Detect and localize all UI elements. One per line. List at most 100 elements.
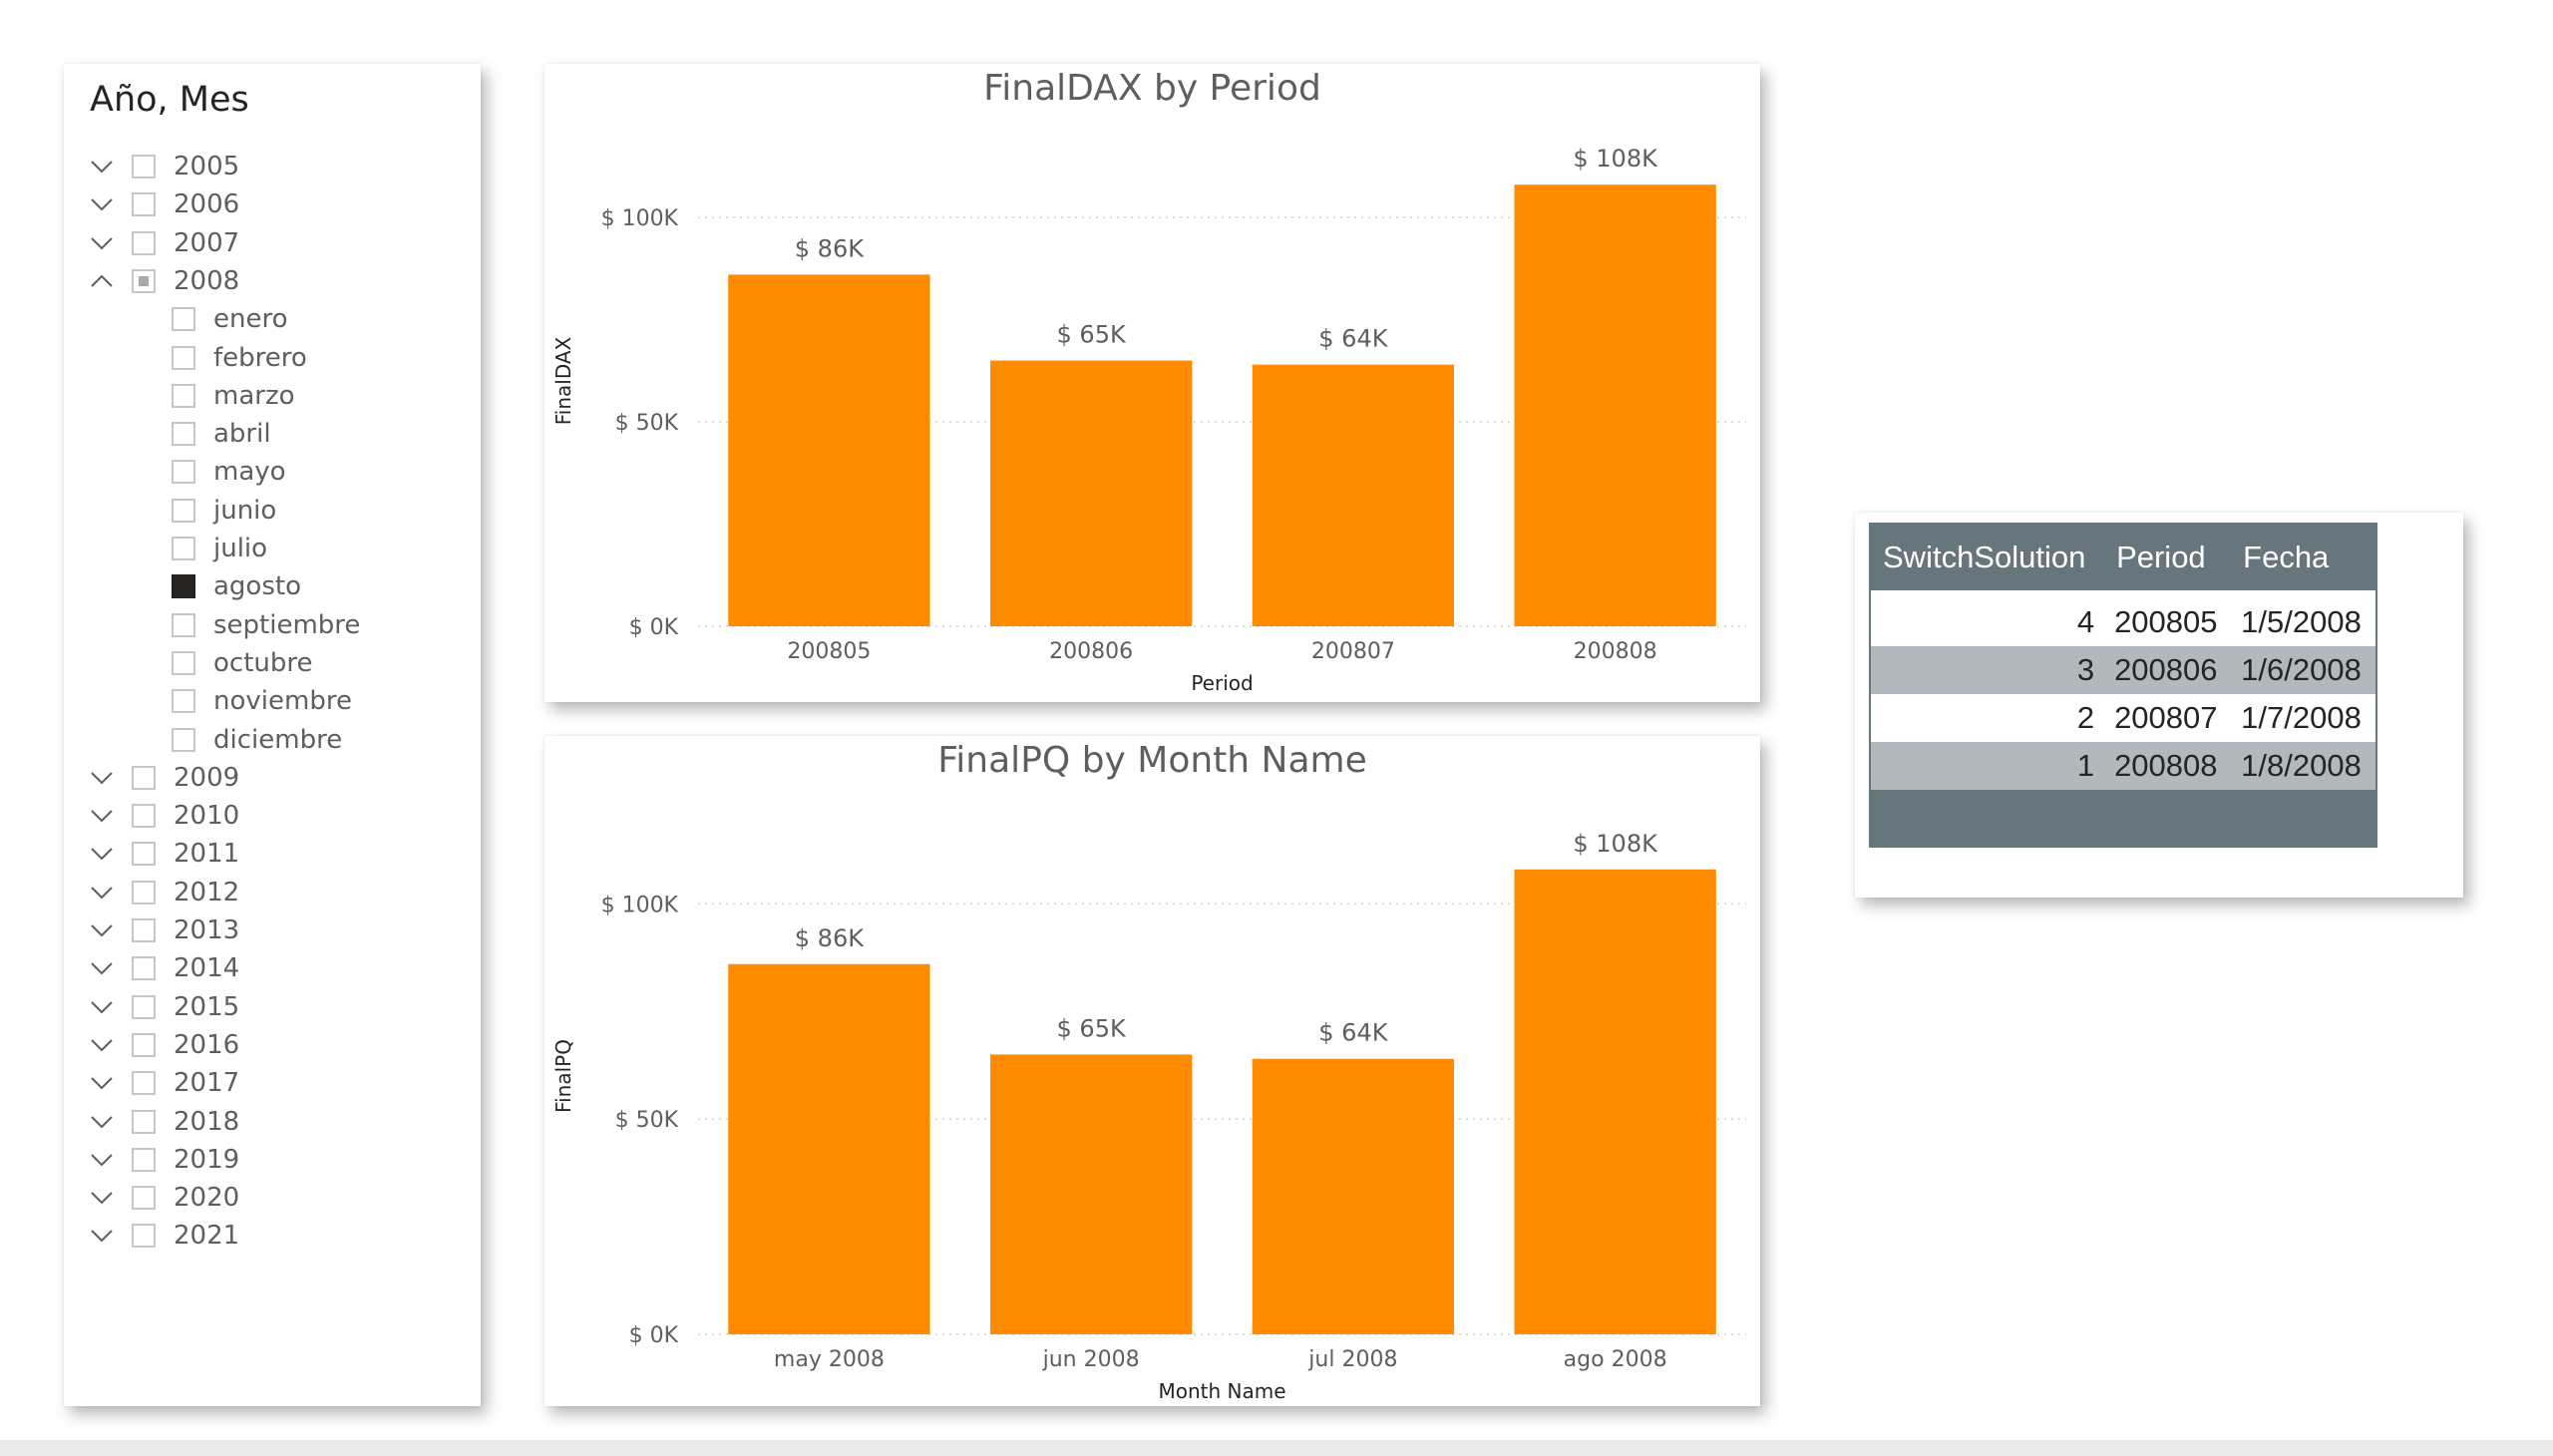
x-tick-label: jul 2008 (1307, 1347, 1397, 1372)
slicer-item[interactable]: agosto (172, 567, 301, 605)
slicer-checkbox[interactable] (172, 650, 195, 675)
slicer-item[interactable]: mayo (172, 453, 286, 491)
data-label: $ 86K (795, 234, 865, 262)
slicer-item-label: 2005 (174, 152, 240, 182)
chevron-down-icon[interactable] (90, 1033, 114, 1057)
slicer-checkbox[interactable] (132, 842, 156, 867)
slicer-item[interactable]: 2011 (90, 835, 239, 873)
slicer-item[interactable]: 2005 (90, 148, 239, 185)
slicer-item[interactable]: 2010 (90, 797, 239, 835)
slicer-item[interactable]: 2006 (90, 185, 239, 223)
slicer-item[interactable]: julio (172, 530, 267, 567)
column-header-period[interactable]: Period (2104, 524, 2232, 590)
slicer-item[interactable]: septiembre (172, 606, 360, 644)
x-tick-label: jun 2008 (1042, 1347, 1140, 1372)
slicer-checkbox[interactable] (132, 918, 156, 942)
slicer-checkbox[interactable] (132, 268, 156, 293)
slicer-checkbox[interactable] (172, 307, 195, 332)
slicer-item[interactable]: enero (172, 300, 288, 338)
slicer-item[interactable]: 2019 (90, 1141, 239, 1179)
chevron-down-icon[interactable] (90, 766, 114, 790)
slicer-checkbox[interactable] (132, 230, 156, 255)
slicer-checkbox[interactable] (132, 192, 156, 217)
finaldax-chart: FinalDAX by Period $ 0K $ 50K $ 100K $ 86K 2… (545, 64, 1760, 702)
slicer-item-label: 2021 (174, 1221, 240, 1252)
chevron-down-icon[interactable] (90, 842, 114, 866)
slicer-checkbox[interactable] (172, 422, 195, 447)
data-label: $ 65K (1057, 1014, 1127, 1042)
slicer-checkbox[interactable] (132, 804, 156, 829)
chevron-down-icon[interactable] (90, 804, 114, 828)
slicer-item[interactable]: junio (172, 492, 276, 530)
slicer-item[interactable]: 2007 (90, 224, 239, 262)
slicer-checkbox[interactable] (132, 155, 156, 179)
chevron-down-icon[interactable] (90, 192, 114, 216)
slicer-checkbox[interactable] (132, 1147, 156, 1172)
slicer-checkbox[interactable] (172, 460, 195, 485)
slicer-checkbox[interactable] (172, 383, 195, 408)
slicer-checkbox[interactable] (132, 994, 156, 1019)
chevron-down-icon[interactable] (90, 155, 114, 179)
column-header-fecha[interactable]: Fecha (2231, 524, 2376, 590)
x-tick-label: 200807 (1311, 639, 1395, 664)
chevron-down-icon[interactable] (90, 918, 114, 942)
cell-fecha: 1/6/2008 (2231, 646, 2376, 694)
chevron-down-icon[interactable] (90, 1148, 114, 1172)
slicer-checkbox[interactable] (132, 880, 156, 905)
bar (728, 274, 930, 626)
slicer-checkbox[interactable] (132, 1224, 156, 1249)
slicer-checkbox[interactable] (132, 1071, 156, 1096)
slicer-checkbox[interactable] (132, 956, 156, 981)
slicer-item[interactable]: 2021 (90, 1217, 239, 1255)
chevron-down-icon[interactable] (90, 956, 114, 980)
slicer-item[interactable]: noviembre (172, 682, 352, 720)
switch-table: SwitchSolution Period Fecha 4 200805 1/5… (1869, 523, 2377, 848)
chevron-down-icon[interactable] (90, 1224, 114, 1248)
slicer-checkbox[interactable] (172, 498, 195, 523)
y-tick-label: $ 0K (629, 615, 679, 640)
slicer-checkbox[interactable] (172, 574, 195, 599)
chevron-down-icon[interactable] (90, 1110, 114, 1134)
slicer-item[interactable]: octubre (172, 644, 313, 682)
chevron-down-icon[interactable] (90, 995, 114, 1019)
slicer-item[interactable]: marzo (172, 377, 295, 415)
bar (1514, 869, 1716, 1334)
slicer-item[interactable]: 2014 (90, 949, 239, 987)
column-header-switchsolution[interactable]: SwitchSolution (1870, 524, 2105, 590)
slicer-item[interactable]: 2009 (90, 759, 239, 797)
slicer-item-label: junio (213, 495, 277, 526)
slicer-checkbox[interactable] (172, 727, 195, 752)
slicer-checkbox[interactable] (172, 689, 195, 714)
slicer-item[interactable]: 2018 (90, 1103, 239, 1141)
slicer-item[interactable]: 2012 (90, 874, 239, 911)
slicer-item[interactable]: 2008 (90, 262, 239, 300)
chevron-down-icon[interactable] (90, 1071, 114, 1095)
slicer-checkbox[interactable] (132, 1109, 156, 1134)
slicer-item[interactable]: 2013 (90, 911, 239, 949)
slicer-item[interactable]: 2015 (90, 988, 239, 1026)
chevron-down-icon[interactable] (90, 881, 114, 905)
table-row: 3 200806 1/6/2008 (1870, 646, 2376, 694)
slicer-item[interactable]: diciembre (172, 721, 342, 759)
slicer-checkbox[interactable] (172, 612, 195, 637)
slicer-item[interactable]: febrero (172, 339, 307, 377)
slicer-checkbox[interactable] (132, 765, 156, 790)
data-label: $ 65K (1057, 321, 1127, 349)
slicer-item-label: 2018 (174, 1106, 240, 1137)
cell-period: 200807 (2104, 694, 2232, 742)
slicer-item-label: febrero (213, 342, 307, 373)
slicer-item-label: 2009 (174, 762, 240, 793)
slicer-item[interactable]: 2020 (90, 1179, 239, 1217)
slicer-checkbox[interactable] (172, 537, 195, 560)
slicer-item-label: 2019 (174, 1144, 240, 1175)
chevron-down-icon[interactable] (90, 231, 114, 255)
slicer-checkbox[interactable] (132, 1186, 156, 1211)
slicer-item[interactable]: 2016 (90, 1026, 239, 1064)
slicer-checkbox[interactable] (132, 1032, 156, 1057)
chevron-down-icon[interactable] (90, 1186, 114, 1210)
slicer-checkbox[interactable] (172, 345, 195, 370)
chevron-up-icon[interactable] (90, 269, 114, 293)
slicer-item[interactable]: 2017 (90, 1064, 239, 1102)
slicer-item[interactable]: abril (172, 415, 271, 453)
slicer-item-label: 2016 (174, 1029, 240, 1060)
